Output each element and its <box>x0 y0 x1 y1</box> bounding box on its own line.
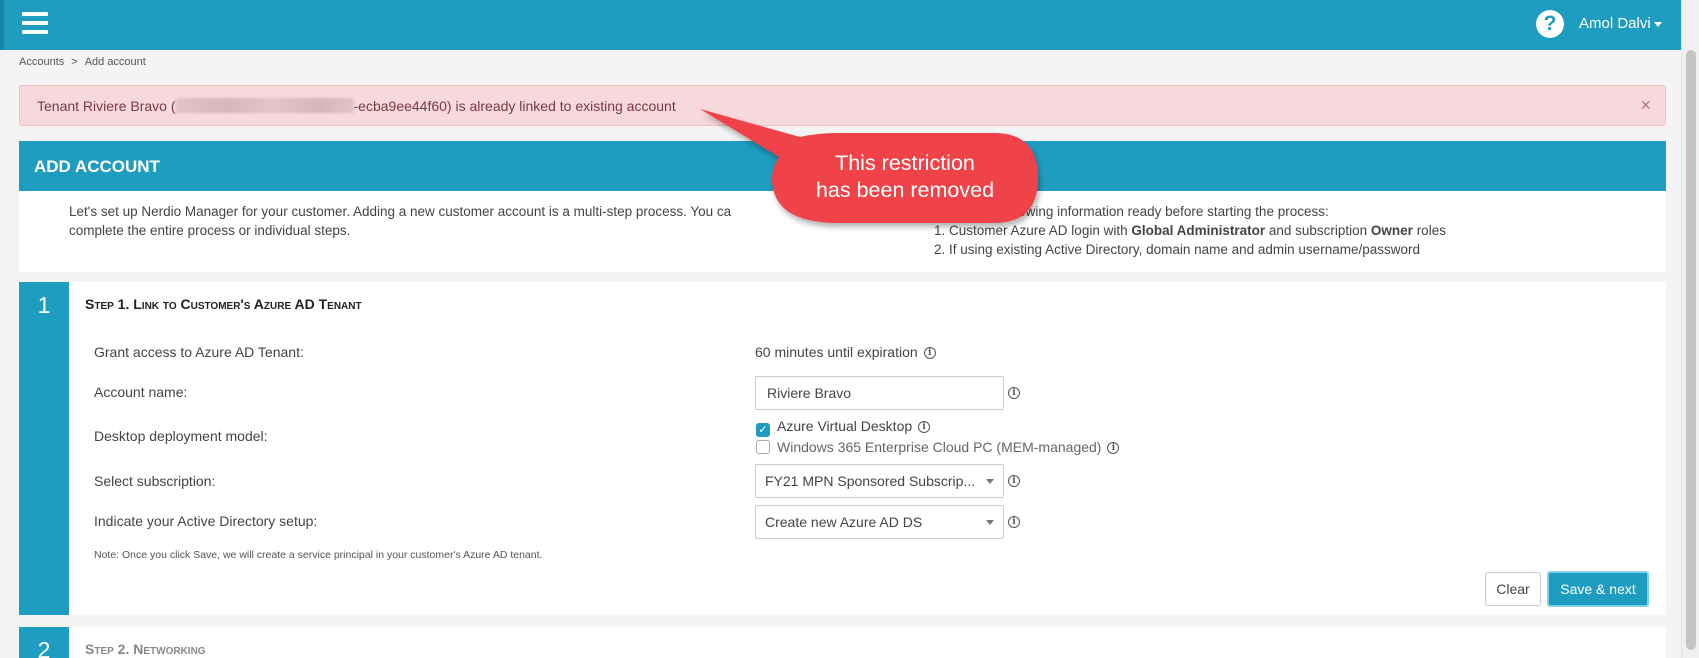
account-name-label: Account name: <box>94 384 188 400</box>
grant-access-label: Grant access to Azure AD Tenant: <box>94 344 304 360</box>
breadcrumb-separator: > <box>71 56 78 68</box>
alert-text-suffix: -ecba9ee44f60) is already linked to exis… <box>353 98 676 114</box>
info-icon[interactable]: i <box>918 421 931 434</box>
req1-owner: Owner <box>1370 223 1413 238</box>
expiration-value: 60 minutes until expiration <box>755 344 918 360</box>
callout-line-2: has been removed <box>815 178 995 202</box>
scrollbar-thumb[interactable] <box>1686 50 1696 650</box>
save-next-button[interactable]: Save & next <box>1547 571 1649 607</box>
subscription-label: Select subscription: <box>94 473 216 489</box>
breadcrumb-current: Add account <box>84 56 146 68</box>
info-icon[interactable]: i <box>1008 387 1020 399</box>
step-1-panel: 1 Step 1. Link to Customer's Azure AD Te… <box>19 282 1666 615</box>
req1-prefix: 1. Customer Azure AD login with <box>934 223 1132 238</box>
info-icon[interactable]: i <box>1008 475 1020 487</box>
checkbox-azure-virtual-desktop[interactable]: ✓ Azure Virtual Desktop i <box>756 418 931 437</box>
user-menu[interactable]: Amol Dalvi <box>1579 15 1662 32</box>
info-icon[interactable]: i <box>923 347 936 360</box>
active-directory-value: Create new Azure AD DS <box>765 514 923 530</box>
req1-suffix: roles <box>1412 223 1446 238</box>
intro-line-1: Let's set up Nerdio Manager for your cus… <box>69 204 732 219</box>
checkbox-windows-365[interactable]: Windows 365 Enterprise Cloud PC (MEM-man… <box>756 439 1120 455</box>
requirements-heading: d have the following information ready b… <box>934 204 1329 219</box>
subscription-value: FY21 MPN Sponsored Subscrip... <box>765 473 976 489</box>
alert-text-prefix: Tenant Riviere Bravo ( <box>37 98 176 114</box>
error-alert: Tenant Riviere Bravo ( -ecba9ee44f60) is … <box>19 85 1666 126</box>
requirement-item-1: 1. Customer Azure AD login with Global A… <box>934 221 1446 240</box>
chevron-down-icon <box>986 479 994 484</box>
hamburger-icon[interactable] <box>22 12 48 36</box>
deployment-model-label: Desktop deployment model: <box>94 428 268 444</box>
step-2-panel[interactable]: 2 Step 2. Networking <box>19 627 1666 658</box>
alert-message: Tenant Riviere Bravo ( -ecba9ee44f60) is … <box>37 98 676 114</box>
avd-label: Azure Virtual Desktop <box>777 418 913 434</box>
checkbox-checked-icon[interactable]: ✓ <box>756 423 770 437</box>
top-navbar: ? Amol Dalvi <box>0 0 1681 50</box>
vertical-scrollbar[interactable] <box>1681 0 1699 658</box>
requirement-item-2: 2. If using existing Active Directory, d… <box>934 242 1420 257</box>
req1-global-admin: Global Administrator <box>1131 223 1266 238</box>
intro-description: Let's set up Nerdio Manager for your cus… <box>69 202 859 240</box>
expiration-text: 60 minutes until expiration i <box>755 344 936 360</box>
intro-line-2: complete the entire process or individua… <box>69 223 351 238</box>
redacted-tenant-id <box>175 98 354 113</box>
req1-mid: and subscription <box>1265 223 1371 238</box>
callout-text: This restriction has been removed <box>778 150 1032 204</box>
step-title: Step 1. Link to Customer's Azure AD Tena… <box>85 296 362 312</box>
step-number: 2 <box>19 627 69 658</box>
breadcrumb: Accounts > Add account <box>19 56 146 68</box>
step-number: 1 <box>19 282 69 615</box>
callout-line-1: This restriction <box>835 151 975 175</box>
account-name-input[interactable]: Riviere Bravo <box>755 376 1004 410</box>
user-name: Amol Dalvi <box>1579 15 1651 32</box>
info-icon[interactable]: i <box>1107 442 1120 455</box>
w365-label: Windows 365 Enterprise Cloud PC (MEM-man… <box>777 439 1102 455</box>
step-title: Step 2. Networking <box>85 641 206 657</box>
info-icon[interactable]: i <box>1008 516 1020 528</box>
active-directory-select[interactable]: Create new Azure AD DS <box>755 505 1004 539</box>
clear-button[interactable]: Clear <box>1485 572 1541 606</box>
question-circle-icon[interactable]: ? <box>1536 10 1564 38</box>
active-directory-label: Indicate your Active Directory setup: <box>94 513 318 529</box>
breadcrumb-accounts-link[interactable]: Accounts <box>19 56 64 68</box>
close-icon[interactable]: × <box>1640 95 1651 116</box>
page-title: ADD ACCOUNT <box>34 157 160 176</box>
caret-down-icon <box>1653 21 1662 27</box>
service-principal-note: Note: Once you click Save, we will creat… <box>94 549 543 561</box>
subscription-select[interactable]: FY21 MPN Sponsored Subscrip... <box>755 464 1004 498</box>
chevron-down-icon <box>986 520 994 525</box>
checkbox-unchecked-icon[interactable] <box>756 440 770 454</box>
requirements-list: d have the following information ready b… <box>934 202 1446 259</box>
